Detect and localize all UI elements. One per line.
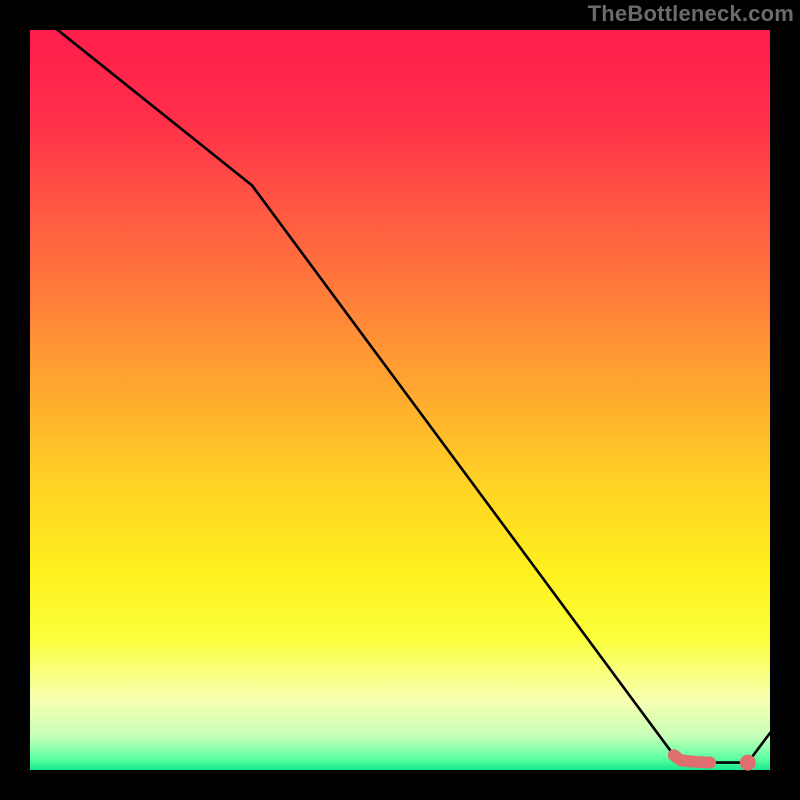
frame-bottom — [0, 770, 800, 800]
optimal-point-marker — [740, 755, 756, 771]
chart-svg — [0, 0, 800, 800]
watermark-text: TheBottleneck.com — [588, 1, 794, 27]
frame-right — [770, 0, 800, 800]
chart-stage: TheBottleneck.com — [0, 0, 800, 800]
plot-area — [30, 30, 770, 770]
frame-left — [0, 0, 30, 800]
